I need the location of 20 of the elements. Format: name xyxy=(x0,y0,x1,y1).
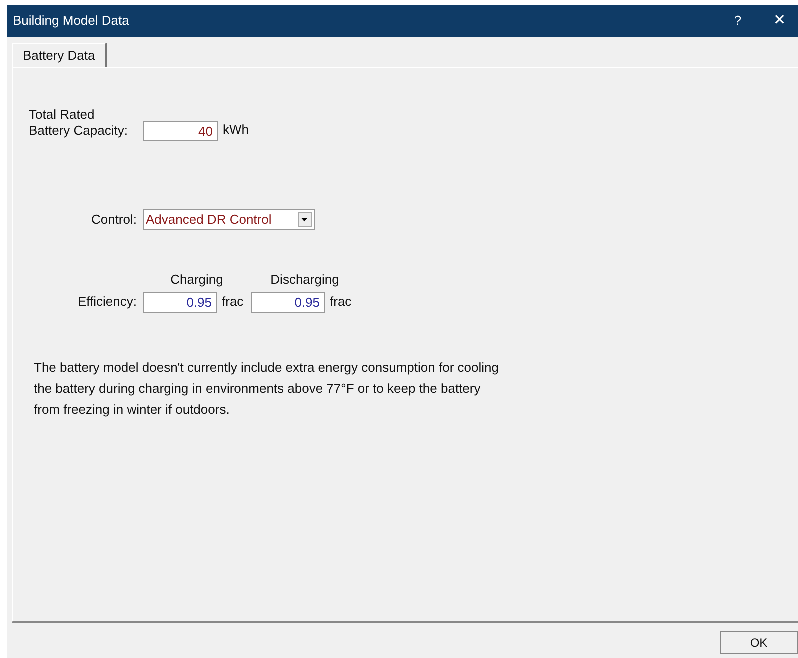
dropdown-value: Advanced DR Control xyxy=(145,210,273,229)
field-label: Total Rated xyxy=(29,107,95,123)
unit-label: frac xyxy=(222,293,245,312)
tab[interactable]: Battery Data xyxy=(12,43,108,67)
efficiency-field[interactable]: 0.95 xyxy=(251,292,325,312)
field-label: Efficiency: xyxy=(76,293,137,312)
unit-label: kWh xyxy=(223,120,249,138)
field-label: Control: xyxy=(90,210,137,229)
note-text: The battery model doesn't currently include extra energy consumption for cooling the battery during charging in environments above 77°F or to keep the battery from freezing in winter if outdoors. xyxy=(34,358,500,419)
ok-button[interactable]: OK xyxy=(720,631,798,654)
unit-label: frac xyxy=(330,293,353,312)
efficiency-field[interactable]: 0.95 xyxy=(143,292,217,312)
field-label: Battery Capacity: xyxy=(29,123,128,139)
control-dropdown[interactable]: Advanced DR Control xyxy=(143,209,315,230)
window-title: Building Model Data xyxy=(13,12,130,30)
column-heading: Charging xyxy=(170,271,224,289)
capacity-field[interactable]: 40 xyxy=(143,121,218,141)
column-heading: Discharging xyxy=(270,271,340,289)
close-button[interactable]: ✕ xyxy=(768,10,792,32)
help-button[interactable]: ? xyxy=(726,11,750,31)
